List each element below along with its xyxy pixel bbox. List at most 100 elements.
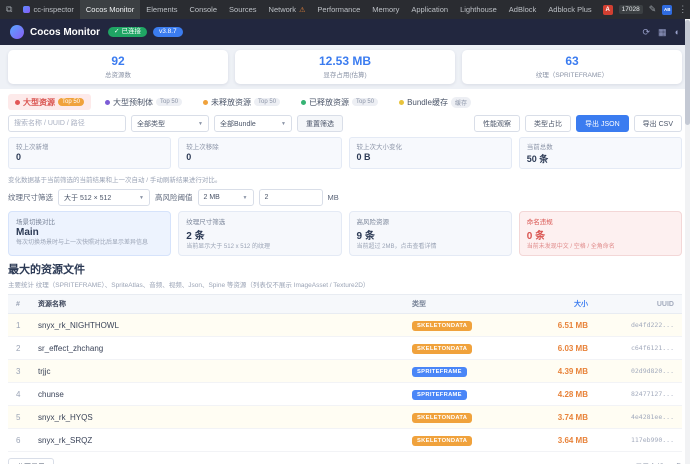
- adblock-plus-icon[interactable]: AB: [662, 4, 673, 15]
- chevron-down-icon: ▼: [198, 120, 203, 127]
- adblock-icon[interactable]: A: [602, 4, 613, 15]
- tab-badge: Top 50: [352, 98, 379, 106]
- texture-size-select[interactable]: 大于 512 × 512 ▼: [58, 189, 150, 206]
- devtools-tab-cocos-monitor[interactable]: Cocos Monitor: [79, 0, 141, 19]
- devtools-tab-label: Memory: [372, 5, 400, 14]
- export-csv-button[interactable]: 导出 CSV: [633, 115, 682, 132]
- devtools-tab-label: AdBlock: [508, 5, 537, 14]
- col-header-size[interactable]: 大小: [530, 299, 588, 309]
- tab-bundle-cache[interactable]: Bundle缓存 缓存: [392, 94, 478, 110]
- risk-threshold-select[interactable]: 2 MB ▼: [197, 189, 254, 206]
- devtools-window: ⧉ cc-inspector Cocos Monitor Elements Co…: [0, 0, 690, 464]
- scrollbar-thumb[interactable]: [685, 20, 690, 125]
- reset-filter-button[interactable]: 重置筛选: [297, 115, 343, 132]
- change-stat-label: 当前总数: [526, 144, 553, 151]
- tab-label: 大型预制体: [113, 97, 154, 107]
- change-stat-label: 较上次新增: [16, 144, 49, 151]
- change-stat-value: 0 B: [356, 152, 371, 162]
- page-scrollbar[interactable]: [685, 19, 690, 464]
- threshold-bar: 纹理尺寸筛选 大于 512 × 512 ▼ 高风险阈值 2 MB ▼ MB: [8, 189, 682, 206]
- risk-threshold-value: 2 MB: [203, 194, 220, 201]
- tab-large-resources[interactable]: 大型资源 Top 50: [8, 94, 92, 110]
- devtools-tab-lighthouse[interactable]: Lighthouse: [454, 0, 503, 19]
- change-stat-size-delta: 较上次大小变化 0 B: [348, 137, 512, 169]
- moon-icon[interactable]: ◐: [675, 27, 680, 38]
- info-card-value: Main: [16, 227, 39, 238]
- chevron-down-icon: ▼: [242, 194, 248, 201]
- performance-observe-button[interactable]: 性能观察: [474, 115, 521, 132]
- bundle-select[interactable]: 全部Bundle ▼: [214, 115, 292, 132]
- section-subtitle: 主要统计 纹理（SPRITEFRAME）、SpriteAtlas、音频、视频、J…: [8, 282, 370, 290]
- grid-icon[interactable]: ▦: [658, 27, 667, 38]
- resource-size: 3.64 MB: [557, 435, 588, 445]
- type-select[interactable]: 全部类型 ▼: [131, 115, 209, 132]
- devtools-tab-application[interactable]: Application: [405, 0, 454, 19]
- devtools-tab-label: Adblock Plus: [548, 5, 592, 14]
- devtools-tab-console[interactable]: Console: [184, 0, 224, 19]
- tab-large-prefabs[interactable]: 大型预制体 Top 50: [98, 94, 189, 110]
- purple-dot-icon: [105, 99, 111, 105]
- change-stat-value: 0: [16, 152, 22, 162]
- devtools-tab-adblock[interactable]: AdBlock: [503, 0, 543, 19]
- type-ratio-button[interactable]: 类型占比: [525, 115, 572, 132]
- row-index: 2: [16, 343, 21, 353]
- search-input[interactable]: [8, 115, 126, 132]
- warning-icon: ⚠: [299, 6, 306, 14]
- col-header-type: 类型: [412, 301, 426, 309]
- tab-released-resources[interactable]: 已释放资源 Top 50: [294, 94, 385, 110]
- info-card-high-risk[interactable]: 高风险资源 9 条 当前超过 2MB，点击查看详情: [348, 211, 512, 257]
- summary-cards: 92 总资源数 12.53 MB 显存占用(估算) 63 纹理（SPRITEFR…: [0, 45, 690, 89]
- info-card-title: 高风险资源: [356, 219, 390, 226]
- table-row[interactable]: 2 sr_effect_zhchang SKELETONDATA 6.03 MB…: [8, 337, 682, 361]
- resource-uuid: c64f6121...: [630, 344, 674, 353]
- tab-label: 大型资源: [23, 97, 55, 107]
- info-card-naming-violation: 命名违规 0 条 当前未发现中文 / 空格 / 全角命名: [518, 211, 682, 257]
- change-stat-total: 当前总数 50 条: [518, 137, 682, 169]
- info-card-title: 命名违规: [526, 219, 553, 226]
- devtools-tab-cc-inspector[interactable]: cc-inspector: [17, 0, 79, 19]
- risk-threshold-input[interactable]: [258, 189, 323, 206]
- table-row[interactable]: 4 chunse SPRITEFRAME 4.28 MB 82477127...: [8, 383, 682, 407]
- table-row[interactable]: 1 snyx_rk_NIGHTHOWL SKELETONDATA 6.51 MB…: [8, 314, 682, 338]
- devtools-tab-elements[interactable]: Elements: [140, 0, 183, 19]
- refresh-icon[interactable]: ⟳: [643, 27, 651, 38]
- status-badge: ✓ 已连接: [108, 26, 147, 38]
- table-row[interactable]: 3 trjjc SPRITEFRAME 4.39 MB 02d9d820...: [8, 360, 682, 384]
- devtools-tab-performance[interactable]: Performance: [311, 0, 366, 19]
- change-stat-added: 较上次新增 0: [8, 137, 172, 169]
- devtools-tab-label: Performance: [317, 5, 361, 14]
- paginate-button[interactable]: 分页显示: [8, 458, 54, 464]
- table-footer: 分页显示 显示全部 50 条: [8, 458, 682, 464]
- edit-icon[interactable]: ✎: [649, 4, 657, 15]
- table-body: 1 snyx_rk_NIGHTHOWL SKELETONDATA 6.51 MB…: [8, 314, 682, 453]
- stat-label: 总资源数: [105, 72, 131, 79]
- stat-label: 纹理（SPRITEFRAME）: [535, 72, 609, 79]
- devtools-tab-label: Cocos Monitor: [85, 5, 135, 14]
- stat-value: 92: [111, 54, 125, 68]
- devtools-tab-label: Sources: [229, 5, 257, 14]
- info-card-texture-filter: 纹理尺寸筛选 2 条 当前显示大于 512 x 512 的纹理: [178, 211, 342, 257]
- orange-dot-icon: [203, 99, 209, 105]
- export-json-button[interactable]: 导出 JSON: [576, 115, 629, 132]
- devtools-tab-adblock-plus[interactable]: Adblock Plus: [542, 0, 597, 19]
- tab-badge: Top 50: [156, 98, 183, 106]
- devtools-tab-memory[interactable]: Memory: [366, 0, 405, 19]
- version-badge: v3.8.7: [152, 26, 183, 38]
- kebab-menu-icon[interactable]: ⋮: [678, 4, 687, 15]
- row-index: 5: [16, 412, 21, 422]
- resource-size: 4.39 MB: [557, 366, 588, 376]
- info-card-value: 0 条: [526, 231, 546, 242]
- resource-uuid: de4fd222...: [630, 321, 674, 330]
- tab-unreleased-resources[interactable]: 未释放资源 Top 50: [196, 94, 287, 110]
- table-row[interactable]: 5 snyx_rk_HYQS SKELETONDATA 3.74 MB 4e42…: [8, 406, 682, 430]
- table-row[interactable]: 6 snyx_rk_SRQZ SKELETONDATA 3.64 MB 117e…: [8, 429, 682, 453]
- type-badge: SKELETONDATA: [412, 320, 473, 331]
- change-stat-label: 较上次移除: [186, 144, 219, 151]
- devtools-tab-label: cc-inspector: [33, 5, 74, 14]
- inspect-icon[interactable]: ⧉: [6, 4, 12, 15]
- devtools-tab-sources[interactable]: Sources: [223, 0, 263, 19]
- devtools-tabs: cc-inspector Cocos Monitor Elements Cons…: [17, 0, 597, 19]
- info-card-title: 场景切换对比: [16, 219, 55, 226]
- devtools-tab-network[interactable]: Network ⚠: [263, 0, 312, 19]
- devtools-tab-label: Console: [189, 5, 218, 14]
